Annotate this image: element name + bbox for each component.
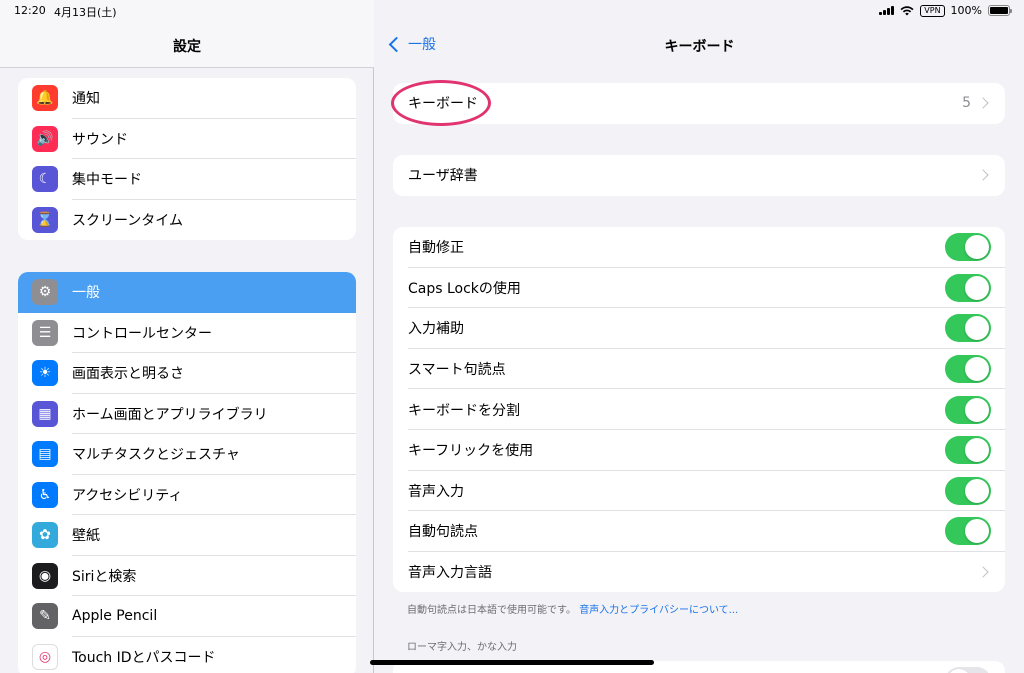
section-header-romaji: ローマ字入力、かな入力	[407, 642, 517, 653]
sidebar-item-label: 通知	[72, 91, 100, 108]
sidebar-item-label: 壁紙	[72, 528, 100, 545]
setting-label: 自動修正	[408, 240, 464, 257]
chevron-right-icon	[977, 97, 989, 109]
status-bar: 12:20 4月13日(土) VPN 100%	[0, 0, 1024, 22]
setting-row: Caps Lockの使用	[393, 268, 1005, 309]
battery-icon	[988, 5, 1012, 16]
sidebar-item[interactable]: ✎ Apple Pencil	[18, 596, 356, 637]
footnote-text: 自動句読点は日本語で使用可能です。	[407, 605, 576, 616]
sidebar-item-label: Siriと検索	[72, 568, 137, 585]
gear-icon: ⚙	[32, 279, 58, 306]
setting-label: 音声入力	[408, 483, 464, 500]
sidebar-title: 設定	[173, 39, 201, 55]
sidebar-item-label: 集中モード	[72, 172, 142, 189]
sidebar-item[interactable]: ⚙ 一般	[18, 272, 356, 313]
home-indicator	[370, 660, 654, 665]
setting-row: 入力補助	[393, 308, 1005, 349]
flower-icon: ✿	[32, 522, 58, 549]
status-date: 4月13日(土)	[54, 6, 117, 19]
sidebar-group-notifications: 🔔 通知 🔊 サウンド ☾ 集中モード ⌛ スクリーンタイム	[18, 78, 356, 240]
keyboards-count: 5	[962, 95, 971, 112]
sidebar-item[interactable]: ⌛ スクリーンタイム	[18, 200, 356, 241]
accessibility-icon: ♿	[32, 481, 58, 508]
speaker-icon: 🔊	[32, 125, 58, 152]
setting-label: 自動句読点	[408, 524, 478, 541]
sidebar-item[interactable]: ◉ Siriと検索	[18, 556, 356, 596]
sidebar-item-label: アクセシビリティ	[72, 487, 183, 504]
vpn-badge: VPN	[920, 4, 945, 17]
sidebar-item[interactable]: 🔔 通知	[18, 78, 356, 119]
sidebar-item-label: スクリーンタイム	[72, 212, 184, 229]
setting-label: 入力補助	[408, 321, 464, 338]
dictation-language-row[interactable]: 音声入力言語	[393, 552, 1005, 593]
toggle-switch[interactable]	[945, 667, 991, 673]
hourglass-icon: ⌛	[32, 206, 58, 233]
highlight-annotation	[391, 80, 491, 126]
sidebar-item-label: サウンド	[72, 131, 128, 148]
toggle-switch[interactable]	[945, 233, 991, 262]
setting-label: キーフリックを使用	[408, 443, 534, 460]
privacy-link[interactable]: 音声入力とプライバシーについて...	[579, 605, 738, 616]
setting-label: キーボードを分割	[408, 402, 520, 419]
user-dictionary-row[interactable]: ユーザ辞書	[393, 155, 1005, 196]
page-title: キーボード	[664, 39, 735, 55]
setting-row: キーボードを分割	[393, 389, 1005, 430]
sidebar-item-label: Touch IDとパスコード	[72, 649, 216, 666]
toggle-switch[interactable]	[945, 314, 991, 343]
sidebar-group-general: ⚙ 一般 ☰ コントロールセンター ☀ 画面表示と明るさ ▦ ホーム画面とアプリライブラリ ▤ マ…	[18, 272, 356, 673]
sidebar-item[interactable]: ◎ Touch IDとパスコード	[18, 637, 356, 673]
pencil-icon: ✎	[32, 603, 58, 630]
sidebar-item[interactable]: ▤ マルチタスクとジェスチャ	[18, 434, 356, 475]
sidebar-item-label: Apple Pencil	[72, 608, 158, 625]
moon-icon: ☾	[32, 166, 58, 193]
sidebar-item[interactable]: ☀ 画面表示と明るさ	[18, 353, 356, 394]
setting-row: キーフリックを使用	[393, 430, 1005, 471]
toggle-switch[interactable]	[945, 273, 991, 302]
setting-label: スマート句読点	[408, 362, 506, 379]
sidebar-item[interactable]: 🔊 サウンド	[18, 119, 356, 159]
user-dictionary-label: ユーザ辞書	[408, 168, 478, 185]
bell-icon: 🔔	[32, 85, 58, 112]
toggle-switch[interactable]	[945, 476, 991, 505]
sidebar-item[interactable]: ♿ アクセシビリティ	[18, 475, 356, 515]
toggle-switch[interactable]	[945, 517, 991, 546]
toggles-icon: ☰	[32, 319, 58, 346]
setting-row: 自動句読点	[393, 511, 1005, 552]
sidebar-item-label: マルチタスクとジェスチャ	[72, 447, 240, 464]
sidebar-item-label: ホーム画面とアプリライブラリ	[72, 406, 268, 423]
dictation-language-label: 音声入力言語	[408, 565, 492, 582]
fingerprint-icon: ◎	[32, 643, 58, 670]
toggle-switch[interactable]	[945, 436, 991, 465]
sidebar-item[interactable]: ✿ 壁紙	[18, 515, 356, 556]
status-right: VPN 100%	[879, 4, 1012, 17]
sidebar-item-label: 一般	[72, 285, 100, 302]
setting-row: 音声入力	[393, 471, 1005, 512]
siri-icon: ◉	[32, 562, 58, 589]
toggle-switch[interactable]	[945, 395, 991, 424]
keyboard-settings-card: 自動修正 Caps Lockの使用 入力補助スマート句読点 キーボードを分割 キーフリッ…	[393, 227, 1005, 593]
keyboards-label: キーボード	[408, 96, 478, 113]
sidebar-item-label: 画面表示と明るさ	[72, 366, 184, 383]
chevron-right-icon	[977, 566, 989, 578]
setting-row: スマート句読点	[393, 349, 1005, 390]
app-grid-icon: ▦	[32, 400, 58, 427]
sidebar-item[interactable]: ☾ 集中モード	[18, 159, 356, 200]
main-panel: 一般 キーボード キーボード 5 ユーザ辞書 自動修正 Caps Lockの使用入…	[375, 0, 1024, 673]
sidebar-item-label: コントロールセンター	[72, 325, 212, 342]
user-dictionary-card: ユーザ辞書	[393, 155, 1005, 196]
sidebar-item[interactable]: ☰ コントロールセンター	[18, 313, 356, 353]
multitask-icon: ▤	[32, 441, 58, 468]
toggle-switch[interactable]	[945, 355, 991, 384]
sidebar-item[interactable]: ▦ ホーム画面とアプリライブラリ	[18, 394, 356, 434]
dictation-footnote: 自動句読点は日本語で使用可能です。 音声入力とプライバシーについて...	[407, 601, 738, 616]
signal-icon	[879, 6, 895, 15]
setting-label: Caps Lockの使用	[408, 280, 521, 297]
chevron-right-icon	[977, 169, 989, 181]
sidebar: 設定 🔔 通知 🔊 サウンド ☾ 集中モード ⌛ スクリーンタイム ⚙ 一般 ☰ コントロールセンタ…	[0, 0, 374, 673]
status-time: 12:20	[14, 4, 46, 17]
setting-row: 自動修正	[393, 227, 1005, 268]
sun-icon: ☀	[32, 360, 58, 387]
battery-percent: 100%	[950, 4, 982, 17]
wifi-icon	[900, 5, 914, 15]
